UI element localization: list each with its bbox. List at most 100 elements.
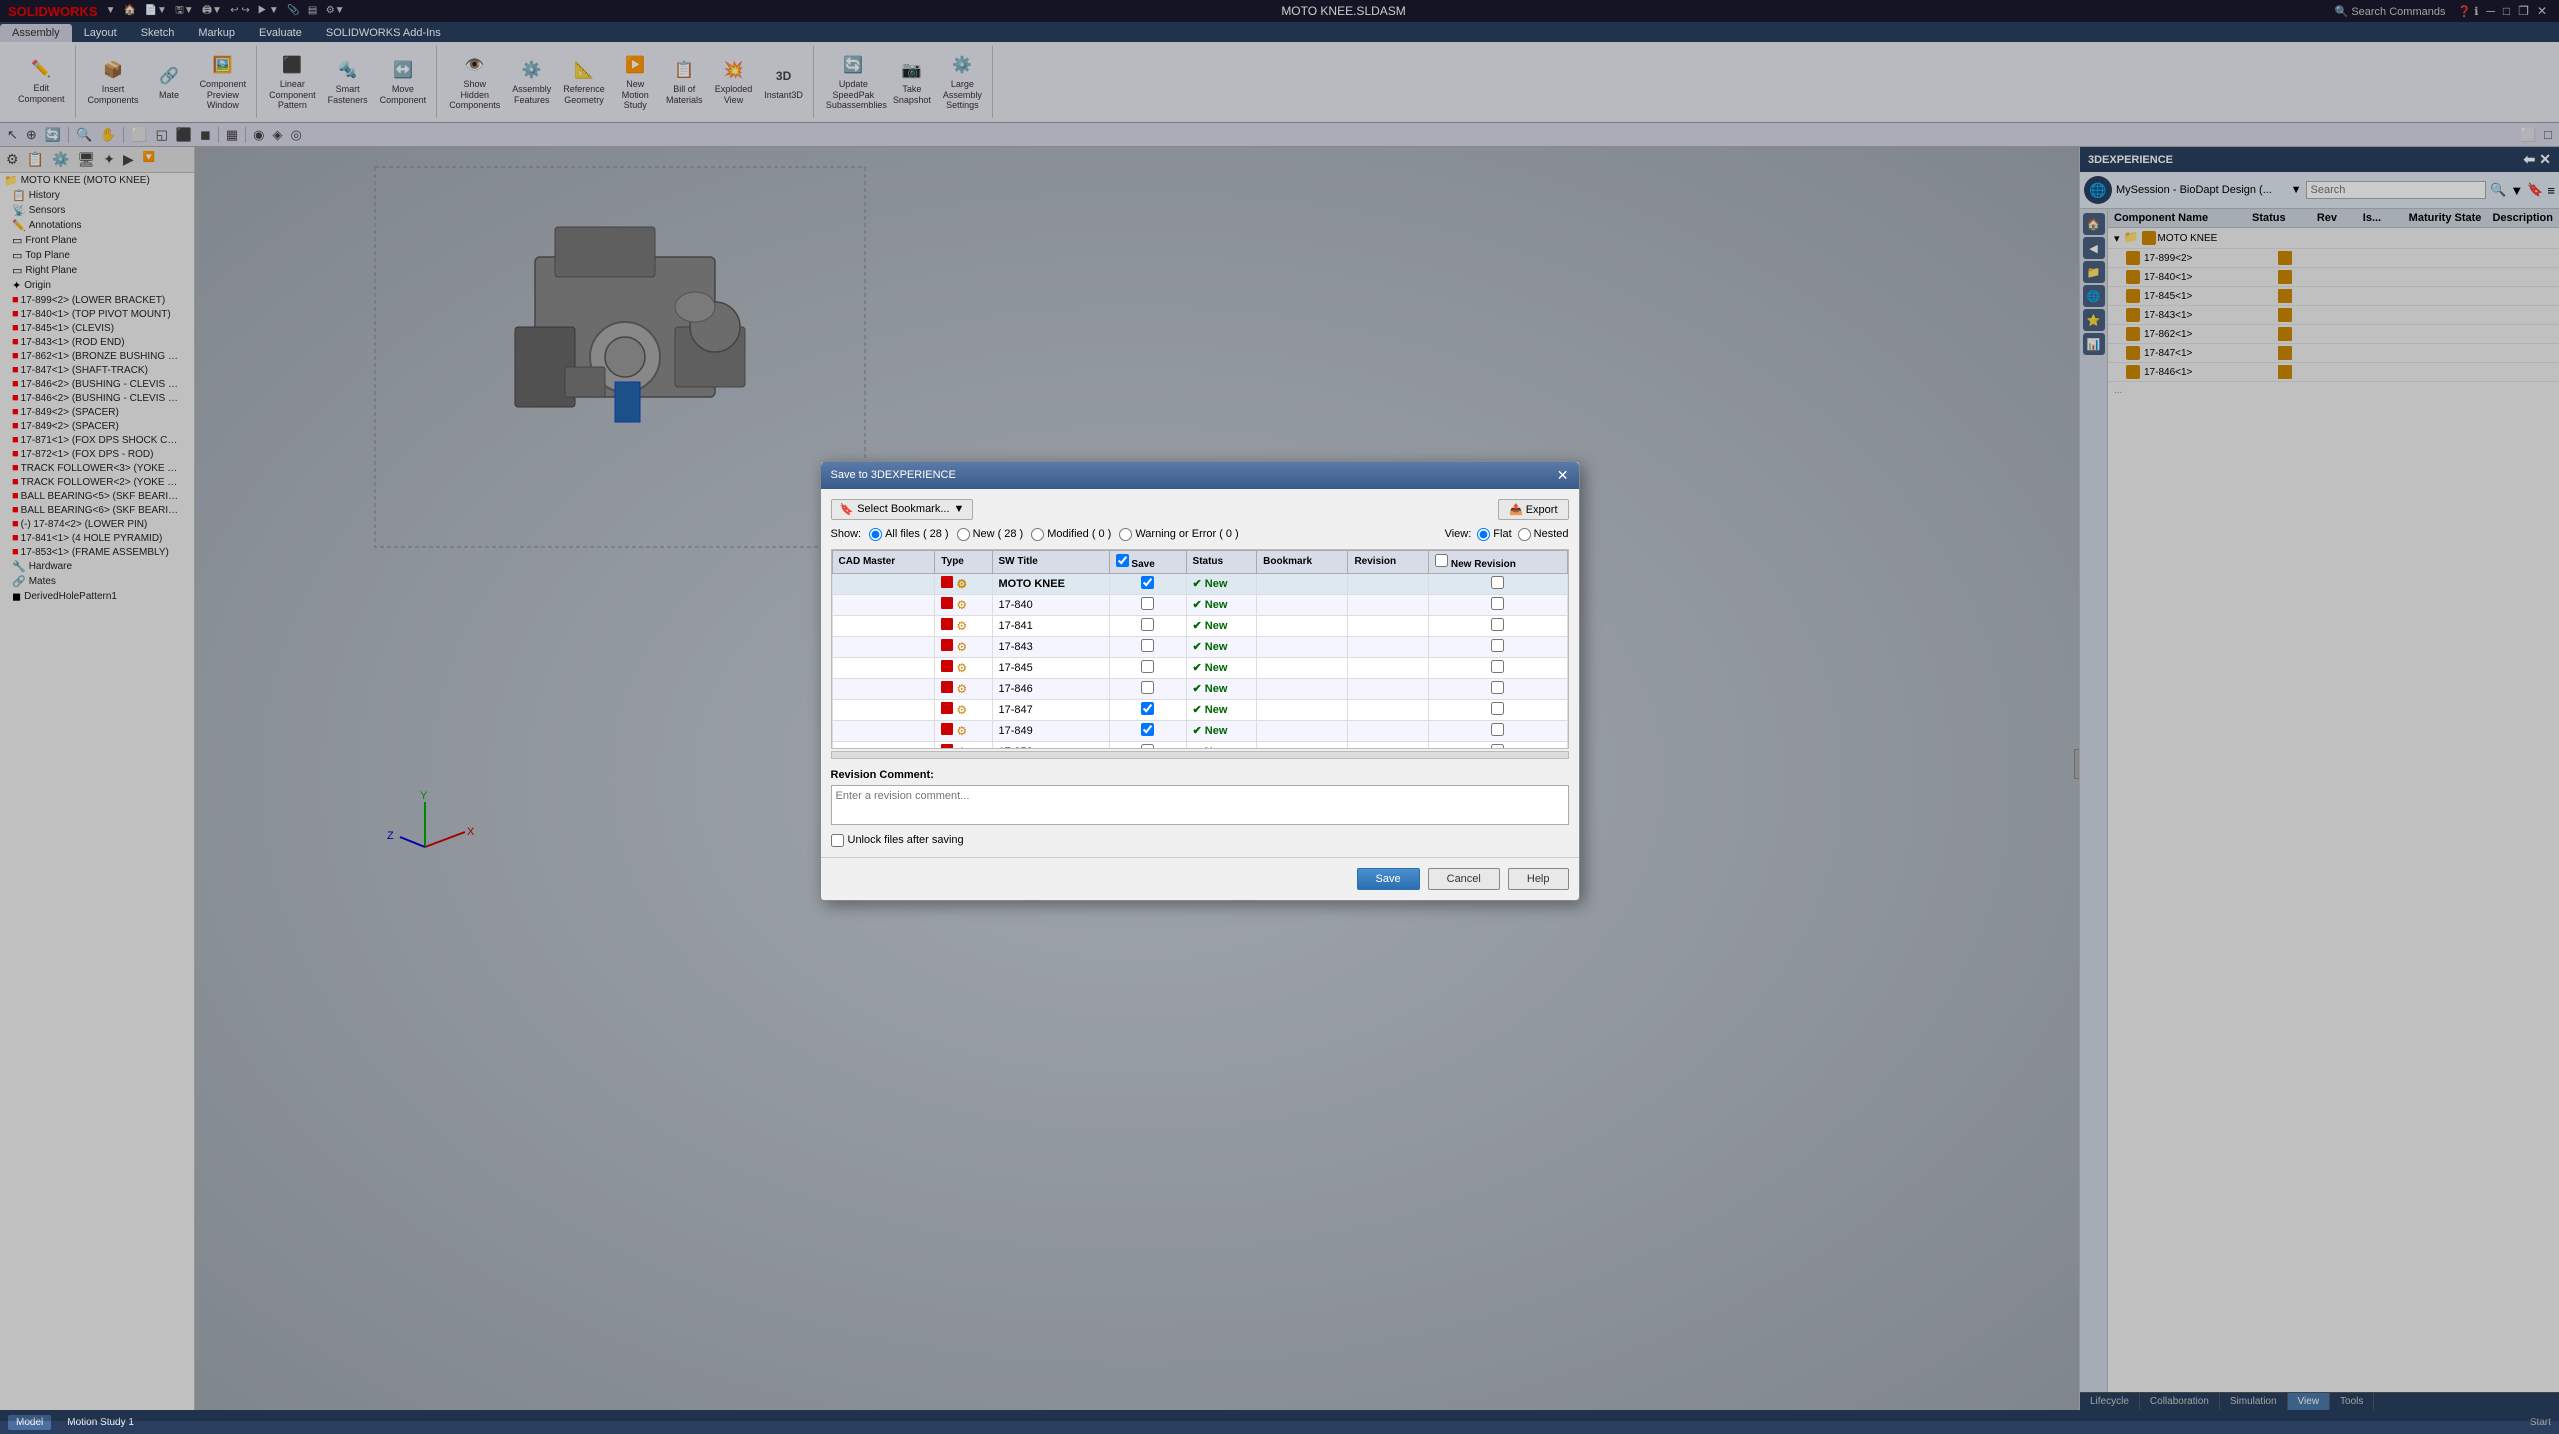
td-status-1: ✔ New	[1186, 594, 1257, 615]
export-btn[interactable]: 📤 Export	[1498, 499, 1569, 520]
save-button[interactable]: Save	[1357, 868, 1420, 890]
radio-all-files[interactable]: All files (28)	[869, 528, 948, 541]
modified-count: 0	[1099, 528, 1105, 540]
type-gear-0: ⚙	[956, 577, 967, 591]
radio-flat[interactable]: Flat	[1477, 528, 1511, 541]
td-status-2: ✔ New	[1186, 615, 1257, 636]
newrev-checkbox-7[interactable]	[1491, 723, 1504, 736]
status-badge-0: ✔ New	[1193, 578, 1228, 590]
table-row[interactable]: ⚙ 17-840 ✔ New	[832, 594, 1567, 615]
type-red-4	[941, 660, 953, 672]
td-bookmark-1	[1257, 594, 1348, 615]
table-row[interactable]: ⚙ 17-846 ✔ New	[832, 678, 1567, 699]
save-checkbox-7[interactable]	[1141, 723, 1154, 736]
td-title-0: MOTO KNEE	[992, 573, 1109, 594]
help-button[interactable]: Help	[1508, 868, 1569, 890]
table-row[interactable]: ⚙ MOTO KNEE ✔ New	[832, 573, 1567, 594]
radio-new[interactable]: New (28)	[957, 528, 1024, 541]
save-checkbox-0[interactable]	[1141, 576, 1154, 589]
table-row[interactable]: ⚙ 17-841 ✔ New	[832, 615, 1567, 636]
td-cad-master-0	[832, 573, 935, 594]
radio-modified[interactable]: Modified (0)	[1031, 528, 1111, 541]
revision-comment-textarea[interactable]	[831, 785, 1569, 825]
newrev-checkbox-8[interactable]	[1491, 744, 1504, 749]
table-row[interactable]: ⚙ 17-847 ✔ New	[832, 699, 1567, 720]
td-save-2[interactable]	[1109, 615, 1186, 636]
td-revision-4	[1348, 657, 1429, 678]
type-gear-6: ⚙	[956, 703, 967, 717]
td-bookmark-8	[1257, 741, 1348, 749]
save-checkbox-6[interactable]	[1141, 702, 1154, 715]
type-gear-8: ⚙	[956, 745, 967, 749]
td-newrev-2[interactable]	[1429, 615, 1567, 636]
td-save-5[interactable]	[1109, 678, 1186, 699]
type-gear-7: ⚙	[956, 724, 967, 738]
warning-count: 0	[1226, 528, 1232, 540]
radio-modified-input[interactable]	[1031, 528, 1044, 541]
td-title-6: 17-847	[992, 699, 1109, 720]
table-row[interactable]: ⚙ 17-845 ✔ New	[832, 657, 1567, 678]
td-newrev-5[interactable]	[1429, 678, 1567, 699]
newrev-checkbox-4[interactable]	[1491, 660, 1504, 673]
dialog-footer: Save Cancel Help	[821, 857, 1579, 900]
newrev-checkbox-3[interactable]	[1491, 639, 1504, 652]
radio-nested-input[interactable]	[1518, 528, 1531, 541]
td-newrev-6[interactable]	[1429, 699, 1567, 720]
newrev-checkbox-2[interactable]	[1491, 618, 1504, 631]
save-checkbox-3[interactable]	[1141, 639, 1154, 652]
td-type-1: ⚙	[935, 594, 992, 615]
save-checkbox-1[interactable]	[1141, 597, 1154, 610]
radio-new-input[interactable]	[957, 528, 970, 541]
table-row[interactable]: ⚙ 17-849 ✔ New	[832, 720, 1567, 741]
td-newrev-3[interactable]	[1429, 636, 1567, 657]
select-bookmark-btn[interactable]: 🔖 Select Bookmark... ▼	[831, 499, 974, 520]
td-newrev-4[interactable]	[1429, 657, 1567, 678]
newrev-checkbox-6[interactable]	[1491, 702, 1504, 715]
td-type-8: ⚙	[935, 741, 992, 749]
newrev-checkbox-5[interactable]	[1491, 681, 1504, 694]
th-save-checkbox[interactable]	[1116, 554, 1129, 567]
td-save-8[interactable]	[1109, 741, 1186, 749]
new-count: 28	[1004, 528, 1016, 540]
table-row[interactable]: ⚙ 17-853 ✔ New	[832, 741, 1567, 749]
save-checkbox-2[interactable]	[1141, 618, 1154, 631]
dialog-close-btn[interactable]: ✕	[1557, 467, 1569, 484]
type-red-8	[941, 744, 953, 749]
td-save-7[interactable]	[1109, 720, 1186, 741]
td-save-4[interactable]	[1109, 657, 1186, 678]
td-save-6[interactable]	[1109, 699, 1186, 720]
radio-all-input[interactable]	[869, 528, 882, 541]
table-row[interactable]: ⚙ 17-843 ✔ New	[832, 636, 1567, 657]
radio-warning[interactable]: Warning or Error (0)	[1119, 528, 1238, 541]
save-checkbox-4[interactable]	[1141, 660, 1154, 673]
horizontal-scrollbar[interactable]	[831, 751, 1569, 759]
cancel-button[interactable]: Cancel	[1428, 868, 1500, 890]
status-badge-5: ✔ New	[1193, 683, 1228, 695]
td-status-4: ✔ New	[1186, 657, 1257, 678]
newrev-checkbox-0[interactable]	[1491, 576, 1504, 589]
td-title-4: 17-845	[992, 657, 1109, 678]
dialog-titlebar: Save to 3DEXPERIENCE ✕	[821, 462, 1579, 489]
td-newrev-8[interactable]	[1429, 741, 1567, 749]
td-newrev-7[interactable]	[1429, 720, 1567, 741]
td-type-4: ⚙	[935, 657, 992, 678]
td-newrev-0[interactable]	[1429, 573, 1567, 594]
radio-warning-input[interactable]	[1119, 528, 1132, 541]
type-gear-3: ⚙	[956, 640, 967, 654]
file-table-container[interactable]: CAD Master Type SW Title Save Status Boo…	[831, 549, 1569, 749]
td-newrev-1[interactable]	[1429, 594, 1567, 615]
radio-flat-input[interactable]	[1477, 528, 1490, 541]
newrev-checkbox-1[interactable]	[1491, 597, 1504, 610]
save-checkbox-8[interactable]	[1141, 744, 1154, 749]
td-save-3[interactable]	[1109, 636, 1186, 657]
save-checkbox-5[interactable]	[1141, 681, 1154, 694]
td-save-0[interactable]	[1109, 573, 1186, 594]
td-revision-0	[1348, 573, 1429, 594]
td-save-1[interactable]	[1109, 594, 1186, 615]
radio-nested[interactable]: Nested	[1518, 528, 1569, 541]
th-sw-title: SW Title	[992, 550, 1109, 573]
td-cad-master-4	[832, 657, 935, 678]
td-status-3: ✔ New	[1186, 636, 1257, 657]
th-new-rev-checkbox[interactable]	[1435, 554, 1448, 567]
unlock-checkbox[interactable]	[831, 834, 844, 847]
